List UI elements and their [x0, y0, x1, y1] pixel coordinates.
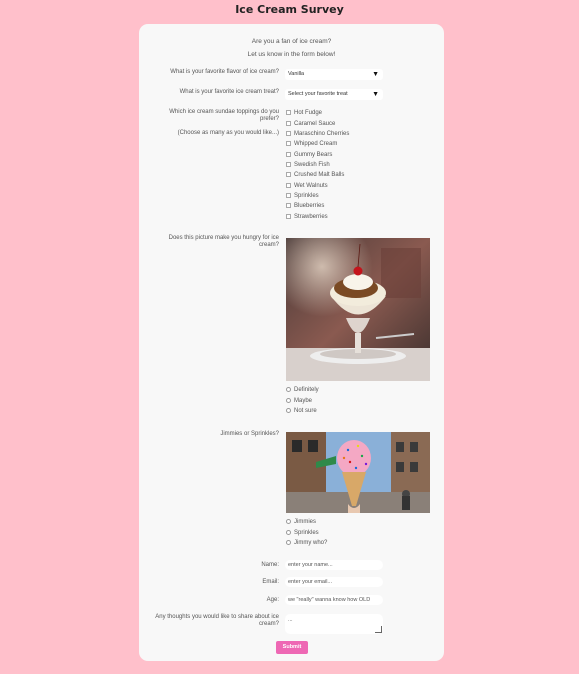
name-label: Name: [261, 562, 279, 568]
topping-option[interactable]: Caramel Sauce [286, 120, 335, 128]
checkbox-icon[interactable] [286, 162, 291, 167]
treat-value: Select your favorite treat [288, 91, 348, 97]
hungry-option[interactable]: Maybe [286, 397, 312, 405]
checkbox-icon[interactable] [286, 110, 291, 115]
topping-option[interactable]: Swedish Fish [286, 162, 330, 169]
sprinkles-cone-photo [286, 432, 430, 513]
radio-icon[interactable] [286, 397, 291, 403]
checkbox-icon[interactable] [286, 120, 291, 126]
dropdown-arrow-icon: ▼ [372, 91, 379, 98]
submit-button[interactable]: Submit [276, 641, 308, 654]
treat-label: What is your favorite ice cream treat? [179, 89, 279, 95]
checkbox-icon[interactable] [286, 182, 291, 188]
thoughts-placeholder: ... [288, 617, 293, 623]
jimmies-option[interactable]: Jimmy who? [286, 540, 327, 547]
topping-option[interactable]: Crushed Malt Balls [286, 172, 344, 179]
toppings-label: Which ice cream sundae toppings do you p… [169, 109, 279, 122]
thoughts-label: Any thoughts you would like to share abo… [155, 614, 279, 627]
topping-option[interactable]: Whipped Cream [286, 141, 337, 148]
age-field[interactable]: we "really" wanna know how OLD [285, 595, 383, 605]
survey-form: Are you a fan of ice cream? Let us know … [139, 24, 444, 661]
topping-option[interactable]: Hot Fudge [286, 110, 322, 117]
radio-icon[interactable] [286, 529, 291, 535]
radio-icon[interactable] [286, 408, 291, 413]
age-label: Age: [266, 597, 279, 603]
topping-option[interactable]: Sprinkles [286, 193, 319, 200]
flavor-label: What is your favorite flavor of ice crea… [170, 69, 279, 75]
toppings-hint: (Choose as many as you would like...) [177, 130, 279, 136]
radio-icon[interactable] [286, 540, 291, 545]
resize-handle-icon[interactable] [375, 626, 382, 633]
topping-option[interactable]: Blueberries [286, 203, 324, 210]
intro-line-2: Let us know in the form below! [247, 51, 336, 58]
hungry-label: Does this picture make you hungry for ic… [168, 235, 279, 248]
hungry-option[interactable]: Not sure [286, 408, 317, 415]
checkbox-icon[interactable] [286, 141, 291, 146]
jimmies-option[interactable]: Jimmies [286, 519, 316, 526]
name-field[interactable]: enter your name... [285, 560, 383, 570]
topping-option[interactable]: Strawberries [286, 213, 328, 221]
intro-line-1: Are you a fan of ice cream? [251, 38, 332, 45]
checkbox-icon[interactable] [286, 203, 291, 208]
jimmies-label: Jimmies or Sprinkles? [220, 431, 279, 437]
checkbox-icon[interactable] [286, 172, 291, 177]
checkbox-icon[interactable] [286, 151, 291, 157]
checkbox-icon[interactable] [286, 193, 291, 198]
flavor-value: Vanilla [288, 71, 305, 77]
radio-icon[interactable] [286, 387, 291, 392]
treat-select[interactable]: Select your favorite treat ▼ [285, 89, 383, 100]
thoughts-textarea[interactable]: ... [285, 614, 383, 634]
dropdown-arrow-icon: ▼ [372, 71, 379, 78]
topping-option[interactable]: Gummy Bears [286, 151, 332, 159]
checkbox-icon[interactable] [286, 131, 291, 136]
email-label: Email: [262, 579, 279, 585]
sundae-photo [286, 238, 430, 381]
checkbox-icon[interactable] [286, 213, 291, 219]
page-title: Ice Cream Survey [235, 3, 344, 16]
hungry-option[interactable]: Definitely [286, 387, 319, 394]
flavor-select[interactable]: Vanilla ▼ [285, 69, 383, 80]
topping-option[interactable]: Maraschino Cherries [286, 131, 349, 138]
radio-icon[interactable] [286, 519, 291, 524]
topping-option[interactable]: Wet Walnuts [286, 182, 328, 190]
jimmies-option[interactable]: Sprinkles [286, 529, 319, 537]
email-field[interactable]: enter your email... [285, 577, 383, 587]
